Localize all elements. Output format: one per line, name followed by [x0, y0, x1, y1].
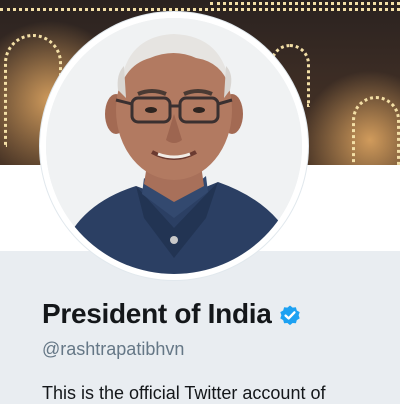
- display-name[interactable]: President of India: [42, 298, 272, 330]
- avatar-frame[interactable]: [40, 12, 308, 280]
- banner-arch-right: [352, 96, 400, 165]
- avatar[interactable]: [46, 18, 302, 274]
- banner-light-string-top: [210, 2, 400, 9]
- verified-badge-icon: [278, 304, 302, 328]
- profile-bio: This is the official Twitter account of: [42, 383, 326, 403]
- profile-info: President of India @rashtrapatibhvn This…: [42, 298, 398, 404]
- avatar-portrait: [46, 18, 302, 274]
- name-row: President of India: [42, 298, 398, 330]
- user-handle[interactable]: @rashtrapatibhvn: [42, 339, 398, 360]
